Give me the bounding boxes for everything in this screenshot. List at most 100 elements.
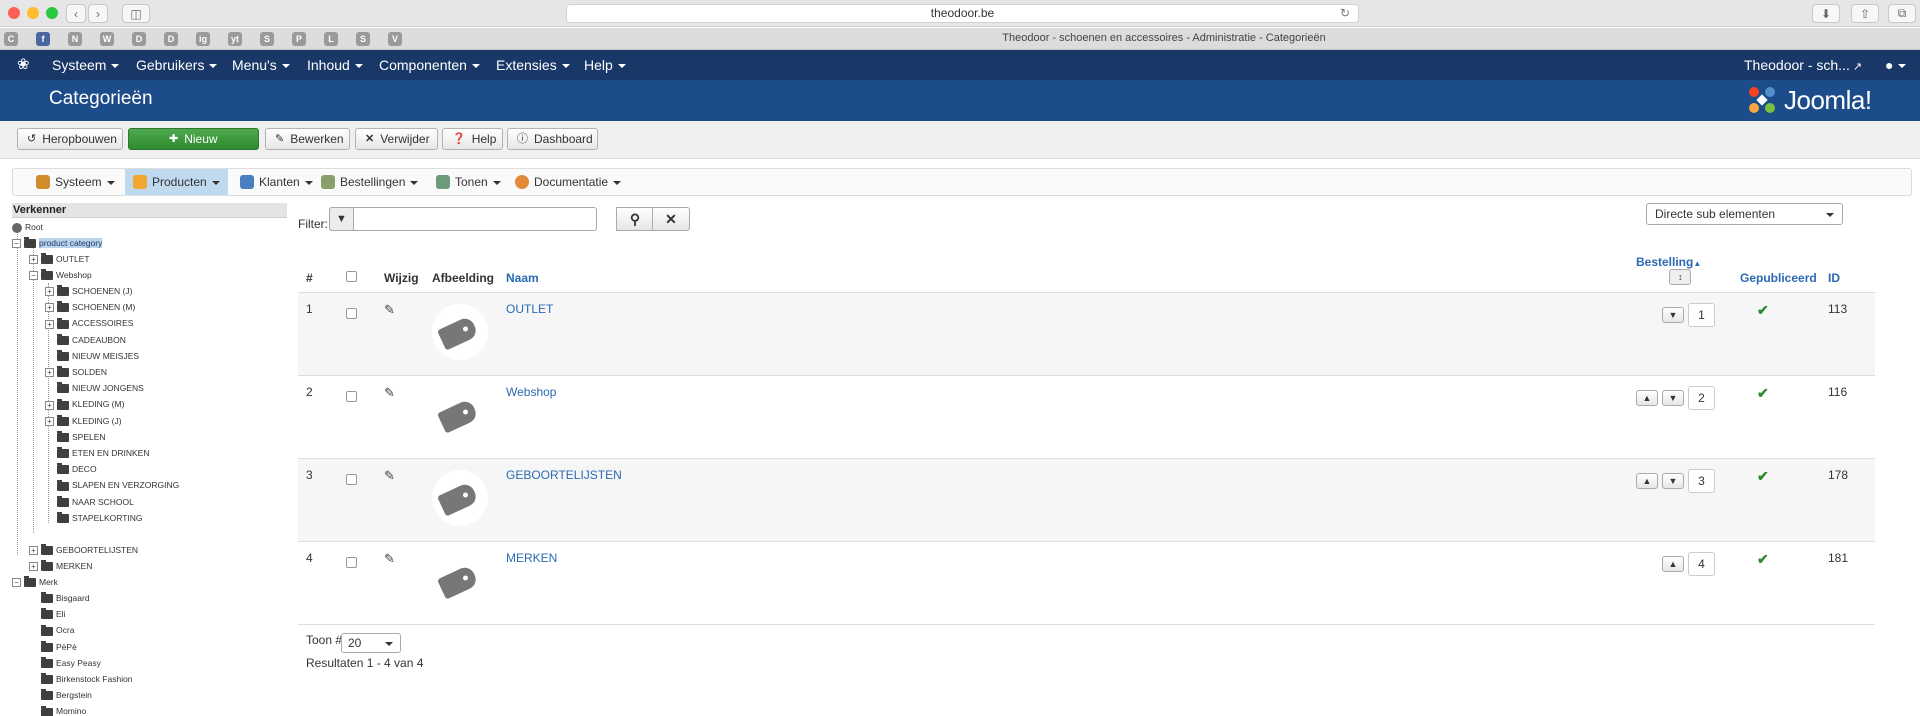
category-name-link[interactable]: OUTLET bbox=[506, 302, 553, 316]
move-up-button[interactable]: ▲ bbox=[1662, 555, 1684, 572]
expand-icon[interactable]: + bbox=[45, 303, 54, 313]
select-all-checkbox[interactable] bbox=[346, 270, 357, 282]
filter-input[interactable] bbox=[329, 207, 597, 231]
move-down-button[interactable]: ▼ bbox=[1662, 472, 1684, 489]
move-up-button[interactable]: ▲ bbox=[1636, 389, 1658, 406]
clear-filter-button[interactable]: ✕ bbox=[652, 207, 690, 231]
order-input[interactable]: 1 bbox=[1688, 302, 1715, 327]
limit-select[interactable]: 20 bbox=[341, 633, 401, 653]
tab-title[interactable]: Theodoor - schoenen en accessoires - Adm… bbox=[414, 32, 1914, 44]
rebuild-button[interactable]: ↺ Heropbouwen bbox=[17, 128, 123, 150]
move-up-button[interactable]: ▲ bbox=[1636, 472, 1658, 489]
scope-select[interactable]: Directe sub elementen bbox=[1646, 203, 1843, 225]
tree-node[interactable]: PèPè bbox=[29, 640, 77, 655]
sort-published-link[interactable]: Gepubliceerd bbox=[1740, 271, 1817, 285]
submenu-tonen[interactable]: Tonen bbox=[428, 169, 501, 195]
facebook-icon[interactable]: f bbox=[36, 32, 50, 46]
row-checkbox[interactable] bbox=[346, 473, 357, 485]
pencil-icon[interactable]: ✎ bbox=[384, 551, 395, 566]
row-checkbox[interactable] bbox=[346, 556, 357, 568]
tree-node[interactable]: Bisgaard bbox=[29, 591, 90, 606]
expand-icon[interactable]: + bbox=[45, 416, 54, 426]
tree-node[interactable]: ETEN EN DRINKEN bbox=[45, 446, 149, 461]
published-check-icon[interactable]: ✔ bbox=[1757, 302, 1769, 318]
tree-node[interactable]: CADEAUBON bbox=[45, 333, 126, 348]
expand-icon[interactable]: + bbox=[45, 368, 54, 378]
site-link[interactable]: Theodoor - sch... ↗ bbox=[1744, 50, 1862, 80]
funnel-icon[interactable]: ▼ bbox=[329, 207, 354, 231]
tree-node[interactable]: NIEUW MEISJES bbox=[45, 349, 139, 364]
sort-id-link[interactable]: ID bbox=[1828, 271, 1840, 285]
tree-node-merk[interactable]: − Merk bbox=[12, 575, 58, 590]
back-button[interactable]: ‹ bbox=[66, 4, 86, 23]
tree-node-outlet[interactable]: + OUTLET bbox=[29, 252, 90, 267]
user-menu-button[interactable]: ● bbox=[1885, 50, 1907, 80]
submenu-systeem[interactable]: Systeem bbox=[28, 169, 115, 195]
sort-order-link[interactable]: Bestelling bbox=[1636, 255, 1693, 269]
pencil-icon[interactable]: ✎ bbox=[384, 302, 395, 317]
submenu-bestellingen[interactable]: Bestellingen bbox=[313, 169, 419, 195]
tree-node[interactable]: Bergstein bbox=[29, 688, 92, 703]
close-window-button[interactable] bbox=[8, 7, 20, 19]
tree-node-webshop[interactable]: − Webshop bbox=[29, 268, 92, 283]
tree-node[interactable]: Easy Peasy bbox=[29, 656, 101, 671]
downloads-button[interactable]: ⬇ bbox=[1812, 4, 1840, 23]
tree-node-root[interactable]: Root bbox=[12, 220, 43, 235]
menu-help[interactable]: Help bbox=[584, 50, 626, 80]
row-checkbox[interactable] bbox=[346, 307, 357, 319]
menu-inhoud[interactable]: Inhoud bbox=[307, 50, 363, 80]
bookmark-icon[interactable]: L bbox=[324, 32, 338, 46]
expand-icon[interactable]: + bbox=[45, 400, 54, 410]
tree-node[interactable]: + SCHOENEN (M) bbox=[45, 300, 135, 315]
tree-node[interactable]: SPELEN bbox=[45, 430, 106, 445]
bookmark-icon[interactable]: S bbox=[356, 32, 370, 46]
bookmark-icon[interactable]: V bbox=[388, 32, 402, 46]
move-down-button[interactable]: ▼ bbox=[1662, 389, 1684, 406]
tree-node[interactable]: Ocra bbox=[29, 623, 74, 638]
dashboard-button[interactable]: ⓘ Dashboard bbox=[507, 128, 598, 150]
bookmark-icon[interactable]: N bbox=[68, 32, 82, 46]
tree-node-merken[interactable]: + MERKEN bbox=[29, 559, 92, 574]
tree-node[interactable]: NIEUW JONGENS bbox=[45, 381, 144, 396]
tree-node[interactable]: NAAR SCHOOL bbox=[45, 495, 134, 510]
category-name-link[interactable]: MERKEN bbox=[506, 551, 557, 565]
bookmark-icon[interactable]: S bbox=[260, 32, 274, 46]
sort-name-link[interactable]: Naam bbox=[506, 271, 539, 285]
sidebar-toggle-button[interactable]: ◫ bbox=[122, 4, 150, 23]
expand-icon[interactable]: + bbox=[45, 287, 54, 297]
published-check-icon[interactable]: ✔ bbox=[1757, 551, 1769, 567]
row-checkbox[interactable] bbox=[346, 390, 357, 402]
menu-extensies[interactable]: Extensies bbox=[496, 50, 570, 80]
expand-icon[interactable]: + bbox=[45, 319, 54, 329]
bookmark-icon[interactable]: W bbox=[100, 32, 114, 46]
search-button[interactable]: ⚲ bbox=[616, 207, 654, 231]
move-down-button[interactable]: ▼ bbox=[1662, 306, 1684, 323]
new-button[interactable]: ✚ Nieuw bbox=[128, 128, 259, 150]
help-button[interactable]: ❓ Help bbox=[442, 128, 503, 150]
tree-node[interactable]: + KLEDING (J) bbox=[45, 414, 122, 429]
order-input[interactable]: 4 bbox=[1688, 551, 1715, 576]
collapse-icon[interactable]: − bbox=[12, 578, 21, 588]
minimize-window-button[interactable] bbox=[27, 7, 39, 19]
pencil-icon[interactable]: ✎ bbox=[384, 385, 395, 400]
forward-button[interactable]: › bbox=[88, 4, 108, 23]
tree-node[interactable]: Momino bbox=[29, 704, 86, 716]
menu-componenten[interactable]: Componenten bbox=[379, 50, 480, 80]
menu-systeem[interactable]: Systeem bbox=[52, 50, 120, 80]
expand-icon[interactable]: + bbox=[29, 546, 38, 556]
address-bar[interactable]: theodoor.be ↻ bbox=[566, 4, 1359, 23]
order-input[interactable]: 2 bbox=[1688, 385, 1715, 410]
submenu-documentatie[interactable]: Documentatie bbox=[507, 169, 622, 195]
share-button[interactable]: ⇧ bbox=[1851, 4, 1879, 23]
tree-node[interactable]: + ACCESSOIRES bbox=[45, 316, 133, 331]
tree-node[interactable]: + KLEDING (M) bbox=[45, 397, 124, 412]
pencil-icon[interactable]: ✎ bbox=[384, 468, 395, 483]
save-order-button[interactable]: ↕ bbox=[1669, 268, 1692, 285]
tree-node[interactable]: DECO bbox=[45, 462, 97, 477]
tree-node[interactable]: Eli bbox=[29, 607, 65, 622]
delete-button[interactable]: ✕ Verwijder bbox=[355, 128, 438, 150]
joomla-menu-icon[interactable]: ❀ bbox=[17, 50, 30, 80]
menu-gebruikers[interactable]: Gebruikers bbox=[136, 50, 218, 80]
zoom-window-button[interactable] bbox=[46, 7, 58, 19]
order-input[interactable]: 3 bbox=[1688, 468, 1715, 493]
